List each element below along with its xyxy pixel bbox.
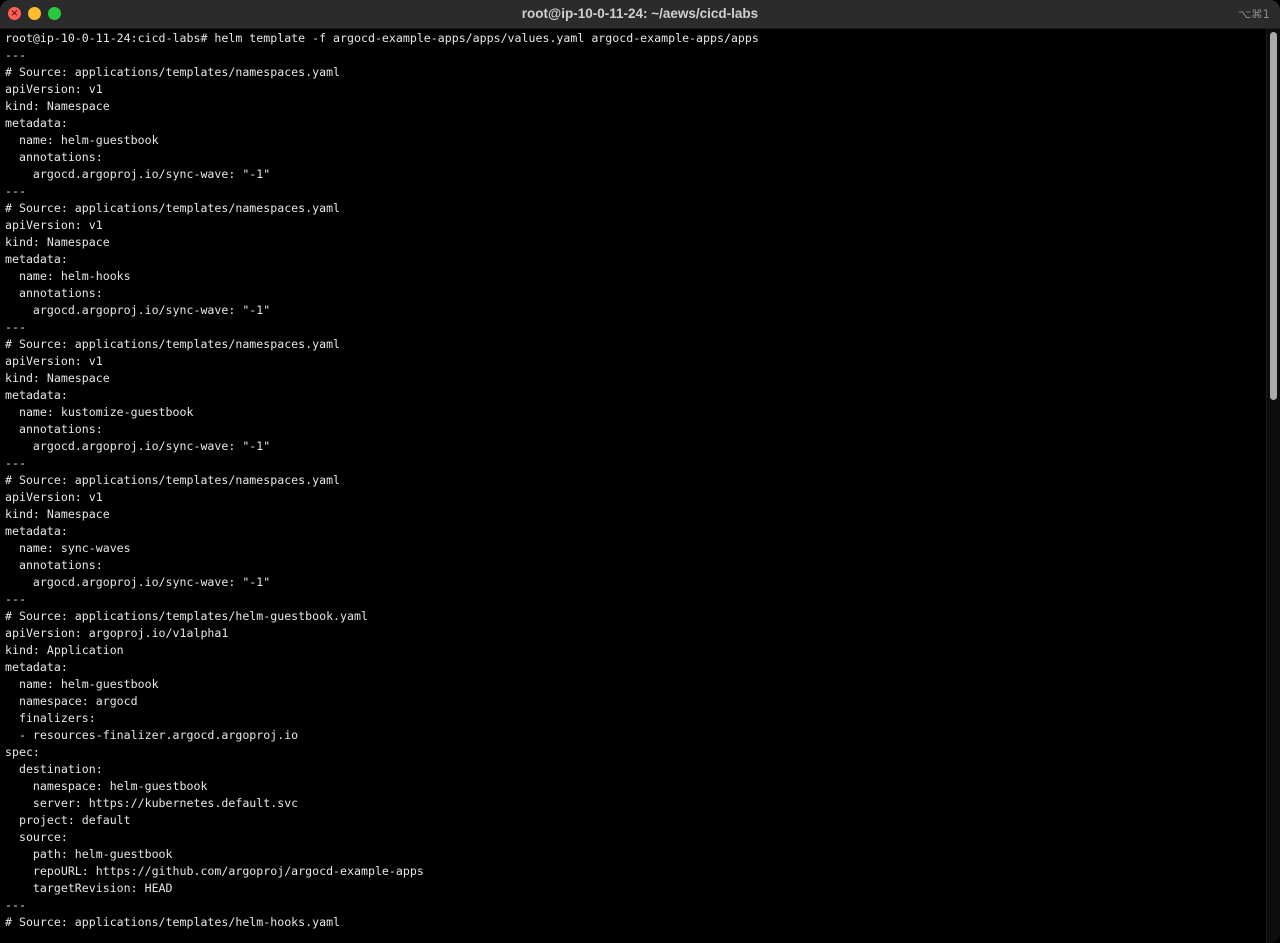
terminal-line: apiVersion: v1	[5, 218, 103, 232]
terminal-line: # Source: applications/templates/namespa…	[5, 337, 341, 351]
terminal-line: # Source: applications/templates/namespa…	[5, 65, 341, 79]
terminal-line: name: helm-guestbook	[5, 677, 159, 691]
terminal-line: name: sync-waves	[5, 541, 131, 555]
terminal-line: annotations:	[5, 422, 103, 436]
terminal-line: name: helm-hooks	[5, 269, 131, 283]
terminal-line: # Source: applications/templates/helm-ho…	[5, 915, 341, 929]
terminal-line: ---	[5, 592, 26, 606]
terminal-line: destination:	[5, 762, 103, 776]
terminal-line: kind: Namespace	[5, 371, 110, 385]
terminal-line: metadata:	[5, 252, 68, 266]
terminal-line: targetRevision: HEAD	[5, 881, 173, 895]
terminal-line: metadata:	[5, 116, 68, 130]
window-shortcut: ⌥⌘1	[1237, 7, 1270, 21]
terminal-line: metadata:	[5, 660, 68, 674]
terminal-line: metadata:	[5, 388, 68, 402]
terminal-line: annotations:	[5, 558, 103, 572]
terminal-line: finalizers:	[5, 711, 96, 725]
terminal-viewport[interactable]: root@ip-10-0-11-24:cicd-labs# helm templ…	[0, 29, 1266, 943]
terminal-line: kind: Namespace	[5, 507, 110, 521]
terminal-line: argocd.argoproj.io/sync-wave: "-1"	[5, 167, 271, 181]
terminal-line: ---	[5, 456, 26, 470]
terminal-line: ---	[5, 184, 26, 198]
terminal-line: ---	[5, 48, 26, 62]
terminal-line: server: https://kubernetes.default.svc	[5, 796, 299, 810]
terminal-line: name: kustomize-guestbook	[5, 405, 194, 419]
terminal-line: spec:	[5, 745, 40, 759]
terminal-window: × root@ip-10-0-11-24: ~/aews/cicd-labs ⌥…	[0, 0, 1280, 943]
terminal-line: argocd.argoproj.io/sync-wave: "-1"	[5, 575, 271, 589]
terminal-line: annotations:	[5, 286, 103, 300]
terminal-line: ---	[5, 320, 26, 334]
terminal-line: # Source: applications/templates/helm-gu…	[5, 609, 368, 623]
terminal-line: root@ip-10-0-11-24:cicd-labs# helm templ…	[5, 31, 759, 45]
scrollbar-thumb[interactable]	[1270, 32, 1277, 400]
terminal-line: kind: Namespace	[5, 99, 110, 113]
terminal-line: kind: Application	[5, 643, 124, 657]
terminal-line: namespace: helm-guestbook	[5, 779, 208, 793]
terminal-line: name: helm-guestbook	[5, 133, 159, 147]
terminal-line: apiVersion: v1	[5, 490, 103, 504]
terminal-line: namespace: argocd	[5, 694, 138, 708]
terminal-line: # Source: applications/templates/namespa…	[5, 473, 341, 487]
terminal-line: kind: Namespace	[5, 235, 110, 249]
terminal-line: repoURL: https://github.com/argoproj/arg…	[5, 864, 424, 878]
terminal-line: annotations:	[5, 150, 103, 164]
terminal-line: apiVersion: v1	[5, 354, 103, 368]
terminal-line: apiVersion: v1	[5, 82, 103, 96]
terminal-line: argocd.argoproj.io/sync-wave: "-1"	[5, 303, 271, 317]
terminal-line: metadata:	[5, 524, 68, 538]
terminal-line: - resources-finalizer.argocd.argoproj.io	[5, 728, 299, 742]
terminal-line: # Source: applications/templates/namespa…	[5, 201, 341, 215]
terminal-line: path: helm-guestbook	[5, 847, 173, 861]
terminal-line: source:	[5, 830, 68, 844]
terminal-line: apiVersion: argoproj.io/v1alpha1	[5, 626, 229, 640]
title-bar[interactable]: × root@ip-10-0-11-24: ~/aews/cicd-labs ⌥…	[0, 0, 1280, 29]
window-title: root@ip-10-0-11-24: ~/aews/cicd-labs	[521, 6, 759, 21]
terminal-line: argocd.argoproj.io/sync-wave: "-1"	[5, 439, 271, 453]
terminal-line: project: default	[5, 813, 131, 827]
vertical-scrollbar[interactable]	[1266, 29, 1280, 943]
terminal-line: ---	[5, 898, 26, 912]
terminal-output: root@ip-10-0-11-24:cicd-labs# helm templ…	[0, 29, 1266, 931]
